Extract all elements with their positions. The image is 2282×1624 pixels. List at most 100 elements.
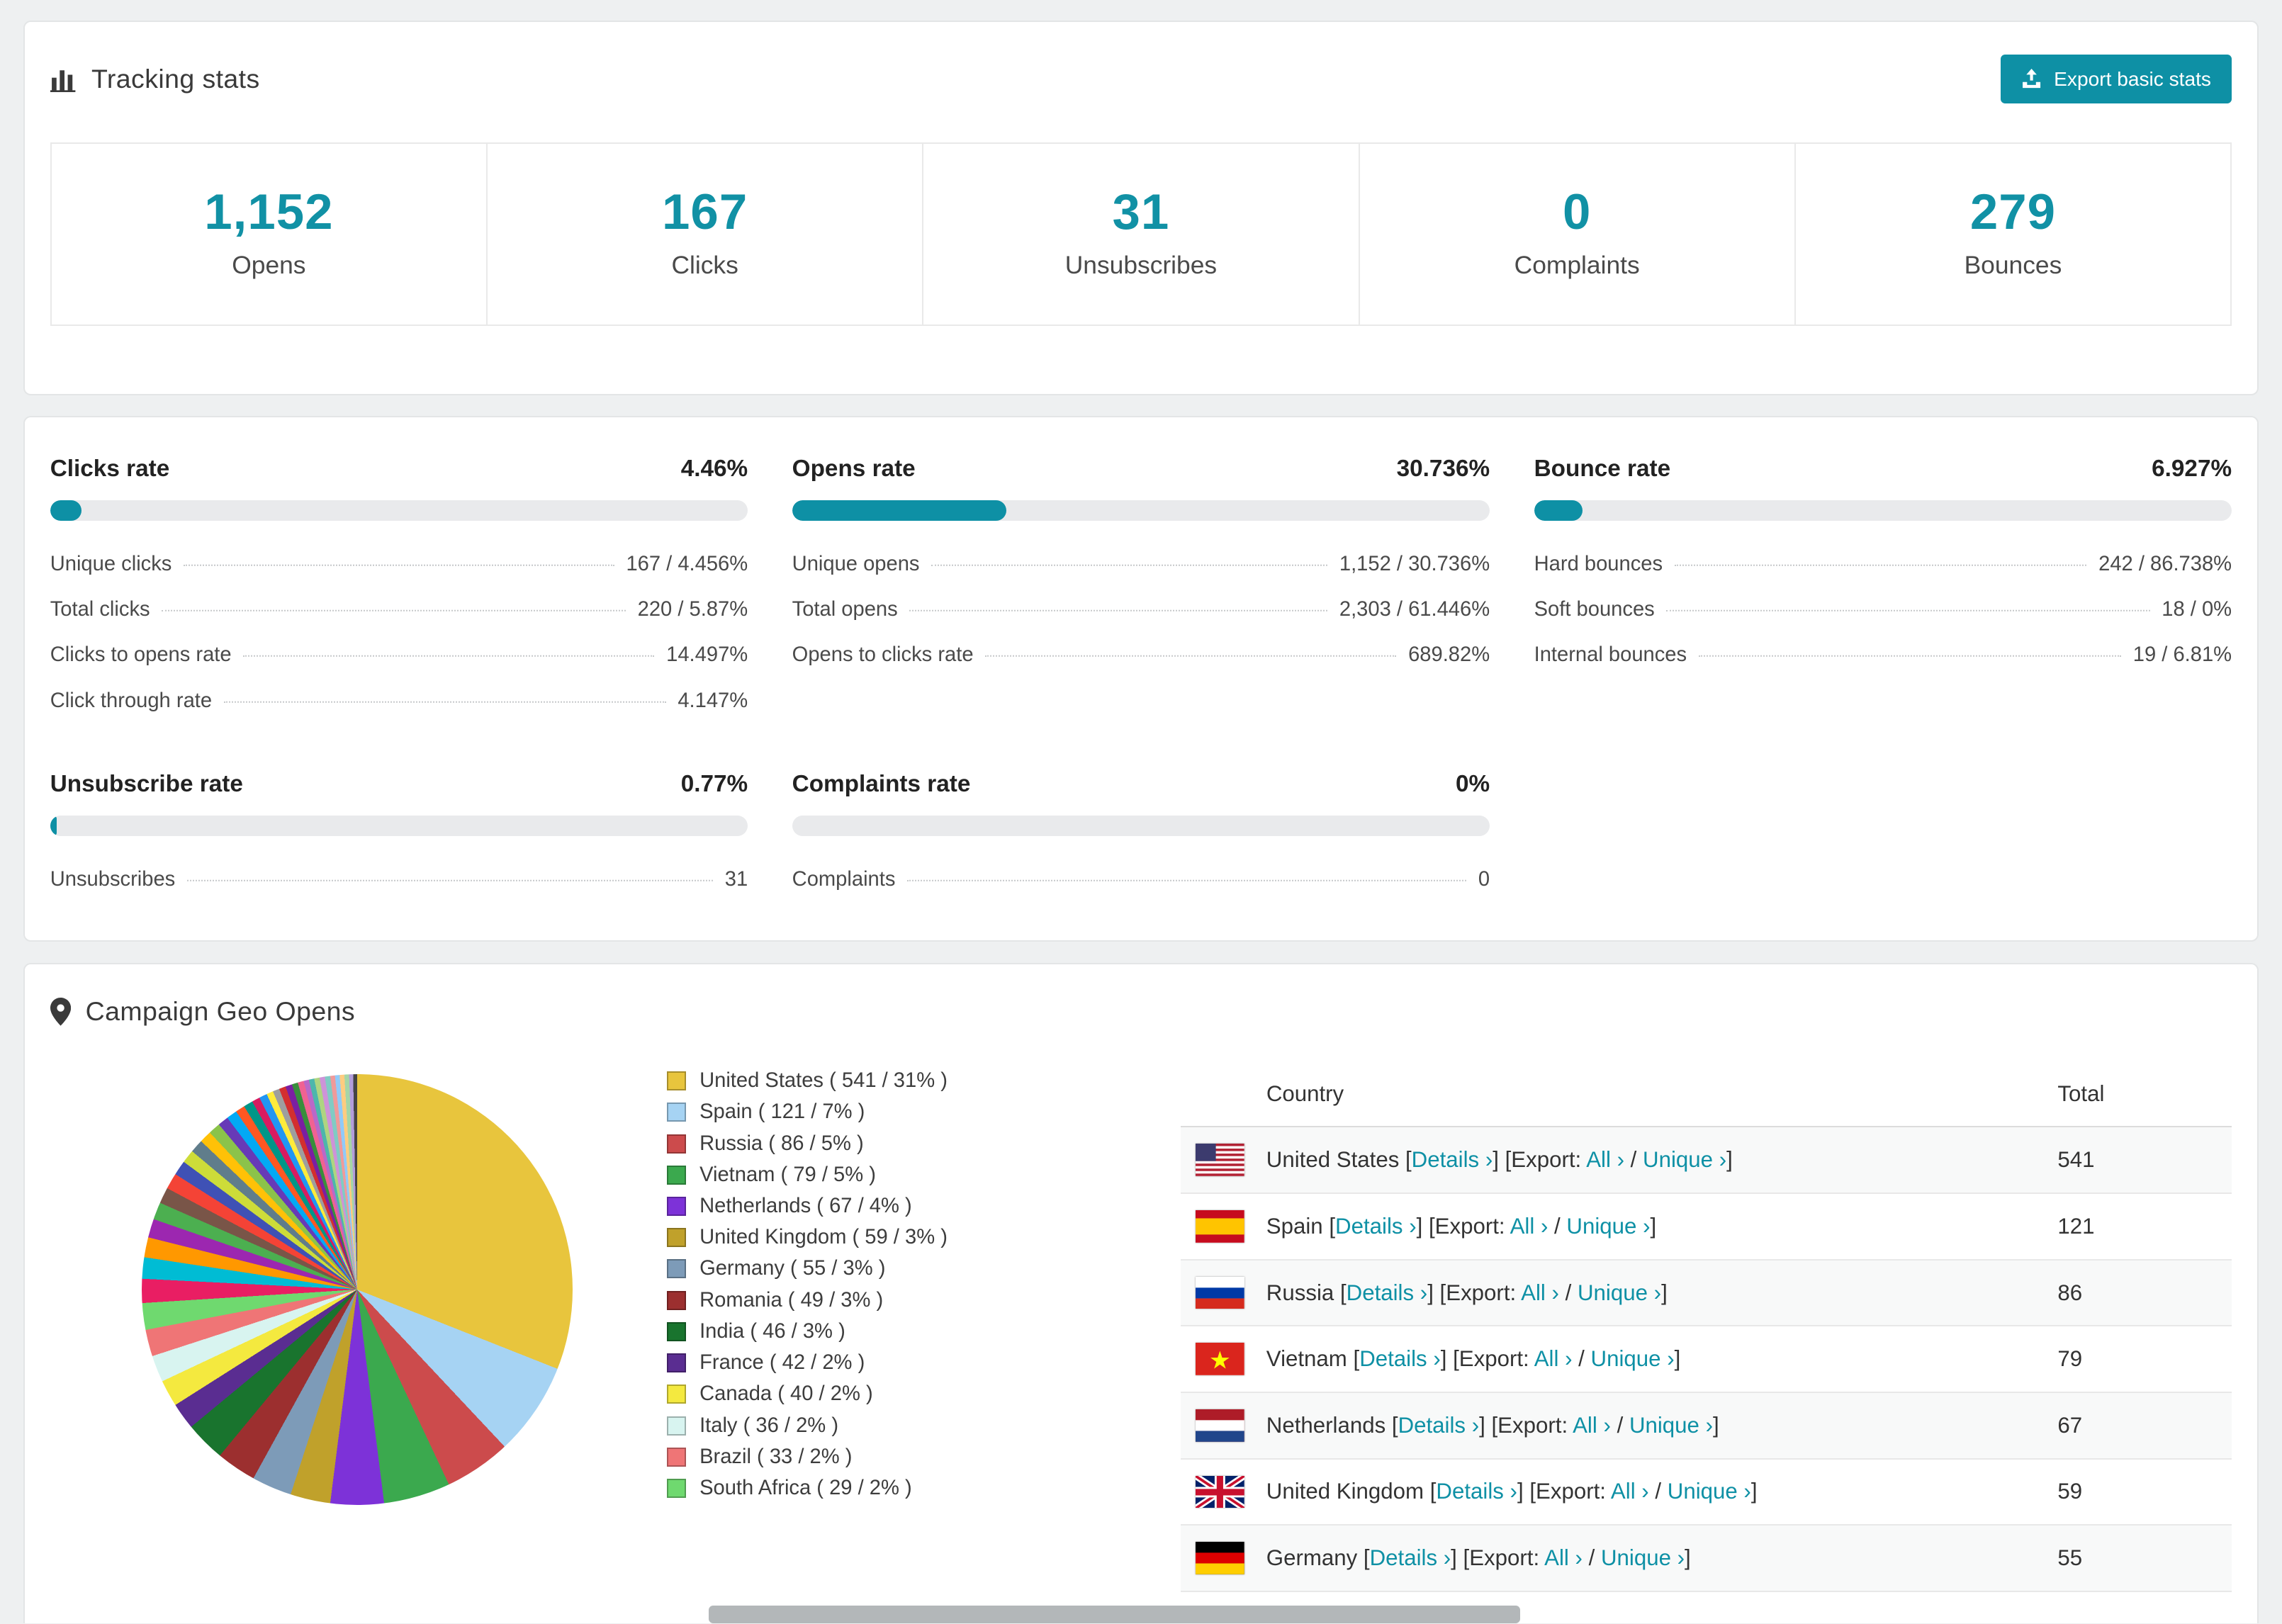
rate-title: Clicks rate bbox=[50, 456, 170, 483]
rate-progress-bar bbox=[792, 816, 1490, 836]
country-column-header: Country bbox=[1266, 1081, 2058, 1107]
export-all-link[interactable]: All › bbox=[1544, 1545, 1583, 1570]
legend-color-swatch bbox=[667, 1228, 686, 1247]
export-unique-link[interactable]: Unique › bbox=[1591, 1346, 1675, 1371]
bracket: [ bbox=[1334, 1280, 1346, 1305]
rate-detail-row: Click through rate4.147% bbox=[50, 678, 748, 723]
stat-cell-unsubscribes: 31 Unsubscribes bbox=[922, 142, 1359, 326]
legend-color-swatch bbox=[667, 1448, 686, 1467]
details-link[interactable]: Details › bbox=[1359, 1346, 1441, 1371]
details-link[interactable]: Details › bbox=[1398, 1413, 1480, 1438]
geo-table-row-es: Spain [Details ›] [Export: All › / Uniqu… bbox=[1181, 1194, 2232, 1261]
country-name: Vietnam bbox=[1266, 1346, 1347, 1371]
slash: / bbox=[1548, 1214, 1566, 1239]
bar-chart-icon bbox=[50, 66, 77, 92]
export-all-link[interactable]: All › bbox=[1521, 1280, 1559, 1305]
tracking-stats-page: Tracking stats Export basic stats 1,152O… bbox=[0, 0, 2282, 1623]
flag-nl-icon bbox=[1196, 1409, 1244, 1442]
geo-content: United States ( 541 / 31% )Spain ( 121 /… bbox=[50, 1062, 2232, 1592]
stat-label: Unsubscribes bbox=[923, 251, 1358, 280]
stat-value: 167 bbox=[488, 184, 922, 241]
geo-row-total: 55 bbox=[2057, 1545, 2217, 1571]
export-unique-link[interactable]: Unique › bbox=[1578, 1280, 1661, 1305]
legend-item: United States ( 541 / 31% ) bbox=[667, 1066, 1181, 1097]
rate-progress-fill bbox=[50, 500, 82, 521]
bracket: [ bbox=[1357, 1545, 1369, 1570]
rate-detail-row: Soft bounces18 / 0% bbox=[1534, 587, 2232, 632]
export-all-link[interactable]: All › bbox=[1510, 1214, 1548, 1239]
rate-detail-row: Total clicks220 / 5.87% bbox=[50, 587, 748, 632]
legend-color-swatch bbox=[667, 1134, 686, 1154]
flag-es-icon bbox=[1196, 1210, 1244, 1243]
bracket: ] [Export: bbox=[1441, 1346, 1534, 1371]
export-unique-link[interactable]: Unique › bbox=[1643, 1147, 1726, 1172]
legend-item: Canada ( 40 / 2% ) bbox=[667, 1379, 1181, 1410]
bracket: ] bbox=[1726, 1147, 1733, 1172]
export-all-link[interactable]: All › bbox=[1573, 1413, 1611, 1438]
dotted-leader bbox=[985, 655, 1396, 657]
rate-detail-value: 19 / 6.81% bbox=[2133, 643, 2232, 667]
rate-title: Unsubscribe rate bbox=[50, 771, 243, 798]
rates-card: Clicks rate 4.46% Unique clicks167 / 4.456… bbox=[23, 416, 2258, 942]
country-name: United Kingdom bbox=[1266, 1479, 1424, 1504]
export-all-link[interactable]: All › bbox=[1611, 1479, 1649, 1504]
dotted-leader bbox=[187, 879, 713, 881]
stat-value: 31 bbox=[923, 184, 1358, 241]
rate-detail-value: 4.147% bbox=[678, 689, 748, 713]
legend-color-swatch bbox=[667, 1353, 686, 1372]
rate-detail-row: Clicks to opens rate14.497% bbox=[50, 633, 748, 678]
details-link[interactable]: Details › bbox=[1370, 1545, 1451, 1570]
pie-legend: United States ( 541 / 31% )Spain ( 121 /… bbox=[667, 1066, 1181, 1592]
rate-detail-row: Unique clicks167 / 4.456% bbox=[50, 541, 748, 587]
legend-label: Italy ( 36 / 2% ) bbox=[699, 1414, 838, 1438]
legend-label: Vietnam ( 79 / 5% ) bbox=[699, 1163, 876, 1187]
rate-detail-value: 0 bbox=[1478, 868, 1490, 891]
geo-row-country: Spain [Details ›] [Export: All › / Uniqu… bbox=[1266, 1214, 2058, 1239]
horizontal-scrollbar-thumb[interactable] bbox=[709, 1606, 1520, 1623]
details-link[interactable]: Details › bbox=[1335, 1214, 1417, 1239]
bracket: ] [Export: bbox=[1493, 1147, 1586, 1172]
geo-row-country: Russia [Details ›] [Export: All › / Uniq… bbox=[1266, 1280, 2058, 1306]
rate-progress-bar bbox=[792, 500, 1490, 521]
export-all-link[interactable]: All › bbox=[1534, 1346, 1573, 1371]
geo-table-row-nl: Netherlands [Details ›] [Export: All › /… bbox=[1181, 1393, 2232, 1460]
country-name: United States bbox=[1266, 1147, 1400, 1172]
details-link[interactable]: Details › bbox=[1436, 1479, 1517, 1504]
slash: / bbox=[1583, 1545, 1601, 1570]
bracket: [ bbox=[1323, 1214, 1335, 1239]
rate-value: 4.46% bbox=[681, 456, 748, 483]
rate-detail-label: Unique clicks bbox=[50, 553, 172, 576]
export-basic-stats-button[interactable]: Export basic stats bbox=[2001, 55, 2232, 103]
bracket: ] bbox=[1675, 1346, 1681, 1371]
legend-color-swatch bbox=[667, 1291, 686, 1310]
bracket: [ bbox=[1424, 1479, 1436, 1504]
details-link[interactable]: Details › bbox=[1412, 1147, 1493, 1172]
export-unique-link[interactable]: Unique › bbox=[1601, 1545, 1685, 1570]
geo-row-total: 121 bbox=[2057, 1214, 2217, 1239]
legend-item: United Kingdom ( 59 / 3% ) bbox=[667, 1222, 1181, 1253]
export-unique-link[interactable]: Unique › bbox=[1668, 1479, 1751, 1504]
rate-detail-row: Unsubscribes31 bbox=[50, 857, 748, 902]
bracket: ] [Export: bbox=[1451, 1545, 1544, 1570]
rate-detail-row: Opens to clicks rate689.82% bbox=[792, 633, 1490, 678]
rate-block-clicks-rate: Clicks rate 4.46% Unique clicks167 / 4.456… bbox=[50, 456, 748, 723]
rate-value: 0% bbox=[1456, 771, 1490, 798]
export-unique-link[interactable]: Unique › bbox=[1566, 1214, 1650, 1239]
rate-block-opens-rate: Opens rate30.736%Unique opens1,152 / 30.… bbox=[792, 456, 1490, 678]
rate-detail-label: Clicks to opens rate bbox=[50, 643, 232, 667]
country-name: Spain bbox=[1266, 1214, 1323, 1239]
details-link[interactable]: Details › bbox=[1347, 1280, 1428, 1305]
legend-item: India ( 46 / 3% ) bbox=[667, 1316, 1181, 1347]
legend-item: Brazil ( 33 / 2% ) bbox=[667, 1441, 1181, 1472]
rate-detail-row: Unique opens1,152 / 30.736% bbox=[792, 541, 1490, 587]
stat-label: Clicks bbox=[488, 251, 922, 280]
rate-progress-bar bbox=[1534, 500, 2232, 521]
geo-row-total: 67 bbox=[2057, 1413, 2217, 1438]
dotted-leader bbox=[184, 565, 614, 566]
dotted-leader bbox=[931, 565, 1327, 566]
export-unique-link[interactable]: Unique › bbox=[1629, 1413, 1713, 1438]
slash: / bbox=[1624, 1147, 1643, 1172]
export-all-link[interactable]: All › bbox=[1586, 1147, 1624, 1172]
rate-detail-label: Hard bounces bbox=[1534, 553, 1663, 576]
rate-detail-row: Total opens2,303 / 61.446% bbox=[792, 587, 1490, 632]
